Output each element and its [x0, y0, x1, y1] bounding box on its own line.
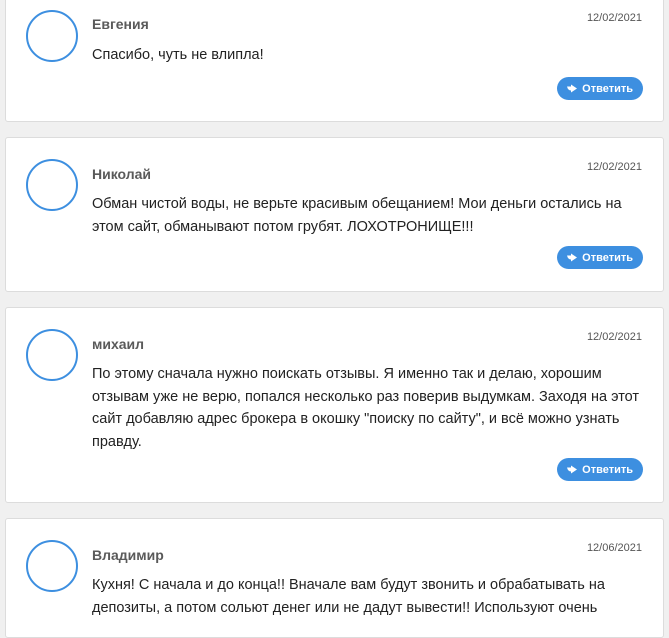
- comment-card: Владимир 12/06/2021 Кухня! С начала и до…: [5, 518, 664, 638]
- avatar: [26, 540, 78, 592]
- comment-text: Обман чистой воды, не верьте красивым об…: [92, 196, 622, 235]
- reply-button[interactable]: Ответить: [557, 246, 643, 269]
- comment-author: Николай: [92, 166, 152, 182]
- reply-button[interactable]: Ответить: [557, 458, 643, 481]
- avatar: [26, 10, 78, 62]
- comment-author: Владимир: [92, 547, 164, 563]
- comment-date: 12/02/2021: [586, 12, 642, 24]
- comment-text: Кухня! С начала и до конца!! Вначале вам…: [92, 577, 605, 616]
- comment-card: Николай 12/02/2021 Обман чистой воды, не…: [5, 137, 664, 292]
- reply-label: Ответить: [582, 463, 633, 476]
- reply-arrow-icon: [566, 253, 578, 262]
- comment-author: михаил: [92, 336, 145, 352]
- avatar: [26, 329, 78, 381]
- comment-date: 12/02/2021: [586, 161, 642, 173]
- reply-arrow-icon: [566, 84, 578, 93]
- reply-label: Ответить: [582, 82, 633, 95]
- comment-text: По этому сначала нужно поискать отзывы. …: [92, 366, 640, 450]
- reply-arrow-icon: [566, 465, 578, 474]
- avatar: [26, 159, 78, 211]
- comment-card: Евгения 12/02/2021 Спасибо, чуть не влип…: [5, 0, 664, 122]
- comment-text: Спасибо, чуть не влипла!: [92, 47, 264, 63]
- comment-date: 12/06/2021: [586, 542, 642, 554]
- comment-author: Евгения: [92, 16, 149, 32]
- reply-button[interactable]: Ответить: [557, 77, 643, 100]
- comment-date: 12/02/2021: [586, 331, 642, 343]
- reply-label: Ответить: [582, 251, 633, 264]
- comment-card: михаил 12/02/2021 По этому сначала нужно…: [5, 307, 664, 503]
